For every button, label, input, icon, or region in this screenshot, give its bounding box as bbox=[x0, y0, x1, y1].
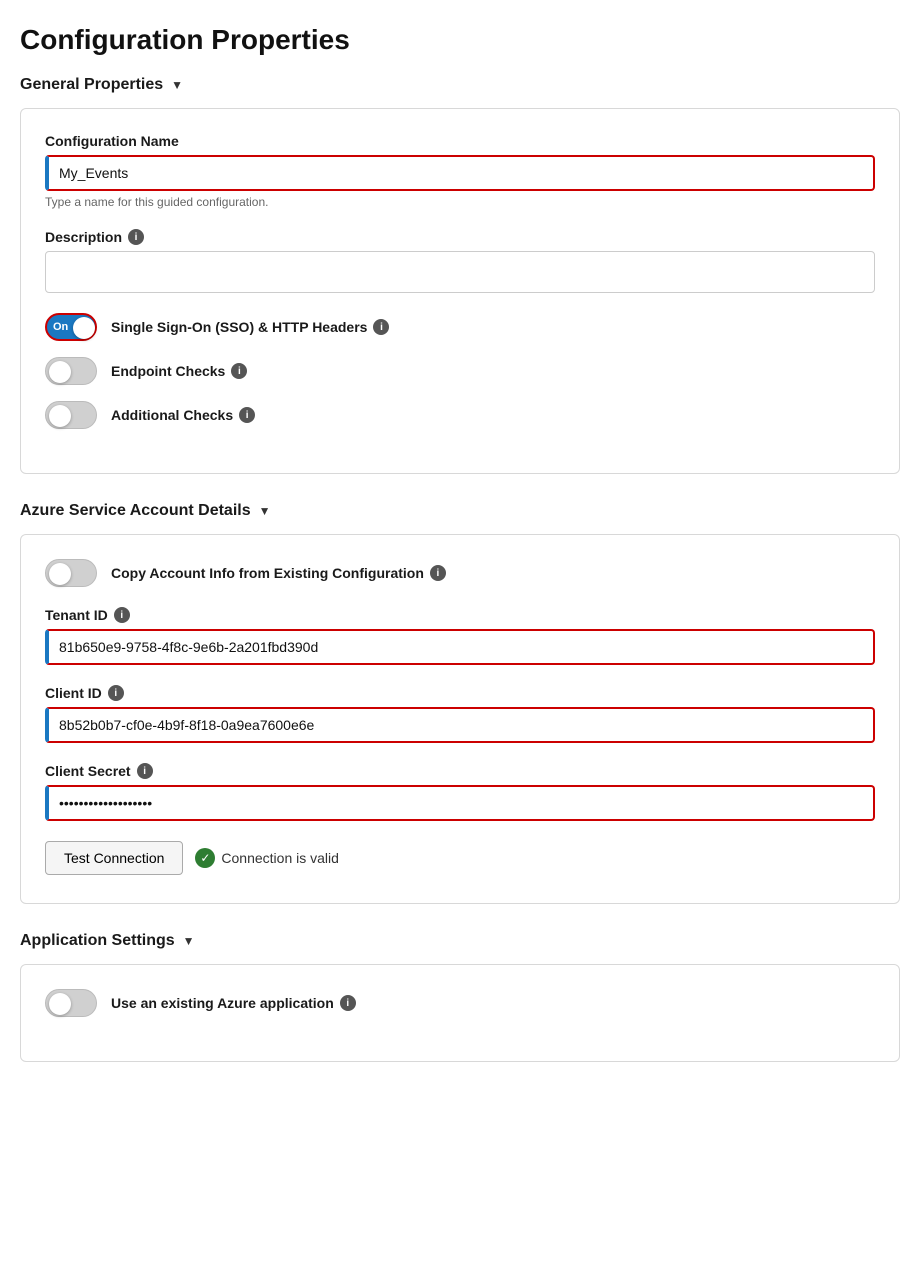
azure-account-chevron-icon: ▼ bbox=[259, 504, 271, 518]
endpoint-toggle[interactable] bbox=[45, 357, 97, 385]
application-settings-label: Application Settings bbox=[20, 932, 175, 950]
copy-account-toggle[interactable] bbox=[45, 559, 97, 587]
additional-checks-toggle-row: Additional Checks i bbox=[45, 401, 875, 429]
connection-valid-icon: ✓ bbox=[195, 848, 215, 868]
general-properties-section: General Properties ▼ Configuration Name … bbox=[20, 76, 900, 474]
connection-status: ✓ Connection is valid bbox=[195, 848, 339, 868]
tenant-id-label: Tenant ID i bbox=[45, 607, 875, 623]
general-properties-label: General Properties bbox=[20, 76, 163, 94]
sso-toggle-row: On Single Sign-On (SSO) & HTTP Headers i bbox=[45, 313, 875, 341]
copy-account-toggle-row: Copy Account Info from Existing Configur… bbox=[45, 559, 875, 587]
application-settings-chevron-icon: ▼ bbox=[183, 934, 195, 948]
tenant-id-info-icon[interactable]: i bbox=[114, 607, 130, 623]
copy-account-label: Copy Account Info from Existing Configur… bbox=[111, 565, 446, 581]
config-name-group: Configuration Name Type a name for this … bbox=[45, 133, 875, 209]
general-properties-header[interactable]: General Properties ▼ bbox=[20, 76, 900, 94]
description-label: Description i bbox=[45, 229, 875, 245]
use-existing-label: Use an existing Azure application i bbox=[111, 995, 356, 1011]
test-connection-row: Test Connection ✓ Connection is valid bbox=[45, 841, 875, 875]
sso-label: Single Sign-On (SSO) & HTTP Headers i bbox=[111, 319, 389, 335]
additional-checks-toggle[interactable] bbox=[45, 401, 97, 429]
general-properties-card: Configuration Name Type a name for this … bbox=[20, 108, 900, 474]
azure-account-header[interactable]: Azure Service Account Details ▼ bbox=[20, 502, 900, 520]
sso-info-icon[interactable]: i bbox=[373, 319, 389, 335]
azure-account-card: Copy Account Info from Existing Configur… bbox=[20, 534, 900, 904]
general-properties-chevron-icon: ▼ bbox=[171, 78, 183, 92]
client-secret-input[interactable] bbox=[45, 785, 875, 821]
use-existing-info-icon[interactable]: i bbox=[340, 995, 356, 1011]
azure-account-label: Azure Service Account Details bbox=[20, 502, 251, 520]
description-info-icon[interactable]: i bbox=[128, 229, 144, 245]
sso-toggle[interactable]: On bbox=[45, 313, 97, 341]
endpoint-toggle-row: Endpoint Checks i bbox=[45, 357, 875, 385]
description-input[interactable] bbox=[45, 251, 875, 293]
config-name-hint: Type a name for this guided configuratio… bbox=[45, 195, 875, 209]
connection-status-text: Connection is valid bbox=[221, 850, 339, 866]
endpoint-info-icon[interactable]: i bbox=[231, 363, 247, 379]
copy-account-info-icon[interactable]: i bbox=[430, 565, 446, 581]
client-id-input[interactable] bbox=[45, 707, 875, 743]
application-settings-header[interactable]: Application Settings ▼ bbox=[20, 932, 900, 950]
use-existing-toggle[interactable] bbox=[45, 989, 97, 1017]
additional-checks-label: Additional Checks i bbox=[111, 407, 255, 423]
page-title: Configuration Properties bbox=[20, 24, 900, 56]
client-secret-info-icon[interactable]: i bbox=[137, 763, 153, 779]
use-existing-toggle-row: Use an existing Azure application i bbox=[45, 989, 875, 1017]
azure-account-section: Azure Service Account Details ▼ Copy Acc… bbox=[20, 502, 900, 904]
application-settings-section: Application Settings ▼ Use an existing A… bbox=[20, 932, 900, 1062]
config-name-label: Configuration Name bbox=[45, 133, 875, 149]
client-id-label: Client ID i bbox=[45, 685, 875, 701]
client-secret-label: Client Secret i bbox=[45, 763, 875, 779]
tenant-id-input[interactable] bbox=[45, 629, 875, 665]
description-group: Description i bbox=[45, 229, 875, 293]
additional-checks-toggle-knob bbox=[49, 405, 71, 427]
copy-account-toggle-knob bbox=[49, 563, 71, 585]
tenant-id-group: Tenant ID i bbox=[45, 607, 875, 665]
additional-checks-info-icon[interactable]: i bbox=[239, 407, 255, 423]
client-id-info-icon[interactable]: i bbox=[108, 685, 124, 701]
sso-toggle-label: On bbox=[53, 321, 68, 333]
config-name-input[interactable] bbox=[45, 155, 875, 191]
use-existing-toggle-knob bbox=[49, 993, 71, 1015]
client-id-group: Client ID i bbox=[45, 685, 875, 743]
endpoint-label: Endpoint Checks i bbox=[111, 363, 247, 379]
test-connection-button[interactable]: Test Connection bbox=[45, 841, 183, 875]
sso-toggle-knob bbox=[73, 317, 95, 339]
endpoint-toggle-knob bbox=[49, 361, 71, 383]
client-secret-group: Client Secret i bbox=[45, 763, 875, 821]
application-settings-card: Use an existing Azure application i bbox=[20, 964, 900, 1062]
